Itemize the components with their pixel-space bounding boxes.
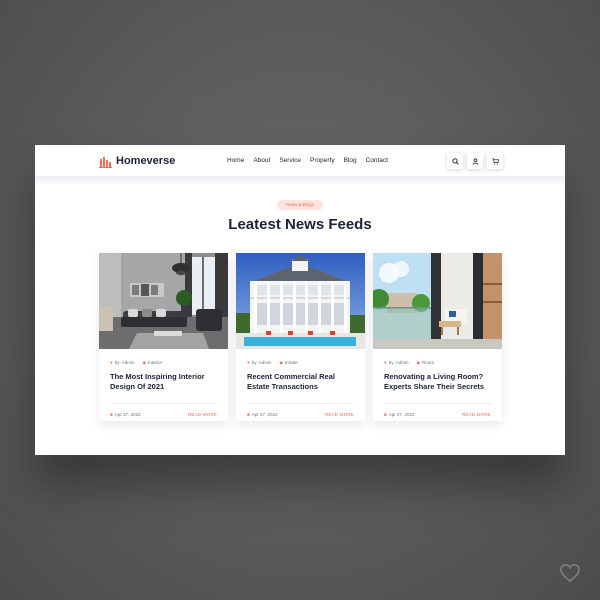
card-author: by: Admin	[251, 360, 272, 365]
card-title[interactable]: Recent Commercial Real Estate Transactio…	[247, 372, 357, 391]
user-icon: ●	[247, 360, 250, 365]
card-date: ■ Apr 27, 2022	[110, 412, 141, 418]
header-shadow	[35, 177, 565, 185]
nav-about[interactable]: About	[253, 156, 270, 166]
card-author: by: Admin	[388, 360, 409, 365]
card-date: ■ Apr 27, 2022	[384, 412, 415, 418]
calendar-icon: ■	[110, 412, 113, 417]
divider	[384, 403, 491, 404]
read-more-link[interactable]: READ MORE	[462, 412, 491, 418]
brand-name: Homeverse	[116, 155, 176, 167]
calendar-icon: ■	[384, 412, 387, 417]
section-badge: News & Blogs	[277, 200, 323, 210]
read-more-link[interactable]: READ MORE	[325, 412, 354, 418]
card-meta: ● by: Admin ◆ Estate	[247, 360, 298, 366]
news-card[interactable]: ● by: Admin ◆ Estate Recent Commercial Rea…	[236, 253, 365, 421]
site-header: Homeverse Home About Service Property Bl…	[35, 145, 565, 177]
news-image-interior[interactable]	[99, 253, 228, 349]
card-date: ■ Apr 27, 2022	[247, 412, 278, 418]
user-icon	[472, 157, 478, 165]
card-meta: ● by: Admin ◆ Room	[384, 360, 434, 366]
card-author: by: Admin	[114, 360, 135, 365]
nav-contact[interactable]: Contact	[366, 156, 388, 166]
cart-icon	[491, 157, 499, 165]
card-category[interactable]: Interior	[148, 360, 162, 365]
tag-icon: ◆	[279, 360, 283, 365]
account-button[interactable]	[467, 153, 483, 169]
card-meta: ● by: Admin ◆ Interior	[110, 360, 162, 366]
nav-home[interactable]: Home	[227, 156, 244, 166]
search-icon	[451, 157, 459, 165]
divider	[110, 403, 217, 404]
card-title[interactable]: The Most Inspiring Interior Design Of 20…	[110, 372, 220, 391]
user-icon: ●	[110, 360, 113, 365]
favorite-button[interactable]	[559, 563, 581, 588]
card-date-text: Apr 27, 2022	[114, 412, 141, 417]
news-image-estate[interactable]	[236, 253, 365, 349]
card-date-text: Apr 27, 2022	[251, 412, 278, 417]
news-card[interactable]: ● by: Admin ◆ Room Renovating a Living Roo…	[373, 253, 502, 421]
card-category[interactable]: Estate	[285, 360, 298, 365]
nav-property[interactable]: Property	[310, 156, 335, 166]
section-title: Leatest News Feeds	[228, 216, 372, 233]
read-more-link[interactable]: READ MORE	[188, 412, 217, 418]
card-title[interactable]: Renovating a Living Room? Experts Share …	[384, 372, 494, 391]
user-icon: ●	[384, 360, 387, 365]
search-button[interactable]	[447, 153, 463, 169]
nav-blog[interactable]: Blog	[344, 156, 357, 166]
logo[interactable]: Homeverse	[99, 154, 175, 168]
tag-icon: ◆	[142, 360, 146, 365]
news-card[interactable]: ● by: Admin ◆ Interior The Most Inspiring …	[99, 253, 228, 421]
header-actions	[447, 153, 503, 169]
cart-button[interactable]	[487, 153, 503, 169]
heart-icon	[559, 563, 581, 583]
logo-icon	[99, 157, 112, 168]
main-nav: Home About Service Property Blog Contact	[227, 156, 388, 166]
browser-frame: Homeverse Home About Service Property Bl…	[35, 145, 565, 455]
tag-icon: ◆	[416, 360, 420, 365]
divider	[247, 403, 354, 404]
nav-service[interactable]: Service	[279, 156, 301, 166]
calendar-icon: ■	[247, 412, 250, 417]
news-image-room[interactable]	[373, 253, 502, 349]
card-date-text: Apr 27, 2022	[388, 412, 415, 417]
card-category[interactable]: Room	[422, 360, 434, 365]
